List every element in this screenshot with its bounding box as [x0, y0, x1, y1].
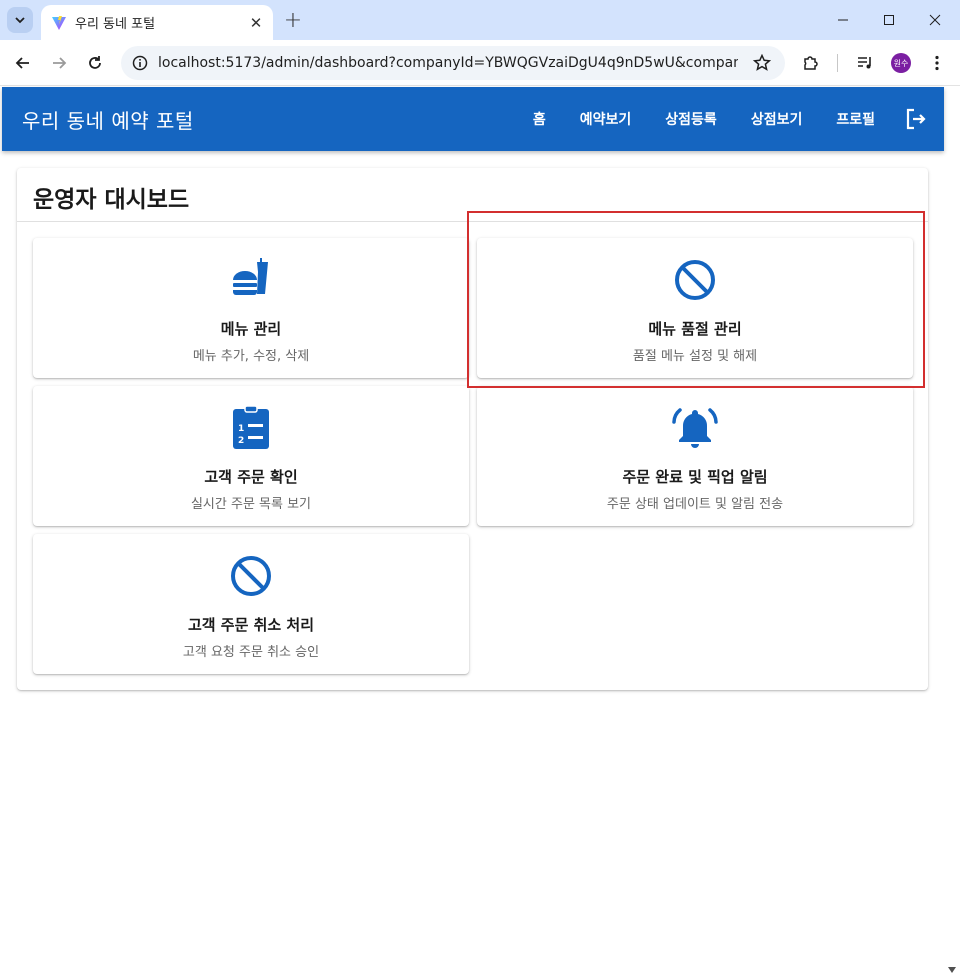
clipboard-list-icon: 1 2 [227, 404, 275, 452]
window-maximize-button[interactable] [866, 0, 912, 40]
nav-store-register[interactable]: 상점등록 [648, 101, 734, 137]
brand-title[interactable]: 우리 동네 예약 포털 [22, 105, 194, 134]
svg-text:2: 2 [238, 436, 244, 446]
nav-profile[interactable]: 프로필 [819, 101, 892, 137]
scroll-down-arrow[interactable] [946, 963, 958, 977]
puzzle-icon [804, 56, 818, 70]
arrow-left-icon [15, 57, 29, 69]
tab-title: 우리 동네 포털 [75, 17, 156, 32]
block-icon [227, 552, 275, 600]
nav-store-view[interactable]: 상점보기 [734, 101, 820, 137]
card-order-check[interactable]: 1 2 고객 주문 확인 실시간 주문 목록 보기 [33, 386, 469, 526]
url-text: localhost:5173/admin/dashboard?companyId… [158, 55, 738, 71]
window-minimize-button[interactable] [820, 0, 866, 40]
extensions-button[interactable] [799, 51, 823, 75]
page-title: 운영자 대시보드 [33, 187, 190, 213]
profile-initials: 원수 [893, 58, 909, 68]
maximize-icon [884, 15, 894, 25]
card-title: 고객 주문 확인 [204, 468, 298, 486]
card-title: 주문 완료 및 픽업 알림 [622, 468, 768, 486]
nav-reservations[interactable]: 예약보기 [563, 101, 649, 137]
chevron-down-icon [15, 17, 25, 24]
bookmark-star-icon[interactable] [753, 54, 771, 72]
window-close-button[interactable] [912, 0, 958, 40]
nav-home[interactable]: 홈 [516, 101, 563, 137]
media-control-button[interactable] [853, 51, 877, 75]
address-bar[interactable]: localhost:5173/admin/dashboard?companyId… [121, 46, 785, 80]
browser-tabstrip: 우리 동네 포털 ✕ + [0, 0, 960, 40]
app-header: 우리 동네 예약 포털 홈 예약보기 상점등록 상점보기 프로필 [2, 87, 944, 151]
reload-button[interactable] [81, 49, 109, 77]
toolbar-divider [837, 54, 838, 72]
svg-text:1: 1 [238, 424, 244, 434]
tab-close-icon[interactable]: ✕ [245, 12, 267, 34]
arrow-right-icon [53, 57, 67, 69]
triangle-down-icon [948, 967, 956, 973]
browser-menu-button[interactable] [925, 51, 949, 75]
fastfood-icon [227, 256, 275, 304]
vite-logo-icon [52, 15, 66, 30]
card-pickup-notification[interactable]: 주문 완료 및 픽업 알림 주문 상태 업데이트 및 알림 전송 [477, 386, 913, 526]
card-title: 메뉴 품절 관리 [648, 320, 742, 338]
card-title: 고객 주문 취소 처리 [187, 616, 315, 634]
card-soldout-management[interactable]: 메뉴 품절 관리 품절 메뉴 설정 및 해제 [477, 238, 913, 378]
card-description: 실시간 주문 목록 보기 [190, 497, 312, 512]
reload-icon [89, 56, 101, 69]
logout-button[interactable] [896, 99, 936, 139]
close-icon [929, 14, 941, 26]
bell-ringing-icon [671, 404, 719, 452]
card-order-cancel[interactable]: 고객 주문 취소 처리 고객 요청 주문 취소 승인 [33, 534, 469, 674]
card-title: 메뉴 관리 [220, 320, 282, 338]
dashboard-panel: 운영자 대시보드 메뉴 관리 메뉴 추가, 수정, 삭제 메뉴 품절 관리 품절… [17, 168, 928, 690]
block-icon [671, 256, 719, 304]
profile-avatar[interactable]: 원수 [891, 53, 911, 73]
card-description: 품절 메뉴 설정 및 해제 [632, 349, 758, 364]
new-tab-button[interactable]: + [280, 7, 306, 33]
playlist-icon [858, 57, 871, 69]
panel-divider [17, 221, 928, 222]
back-button[interactable] [9, 49, 37, 77]
browser-toolbar: localhost:5173/admin/dashboard?companyId… [0, 40, 960, 86]
card-description: 주문 상태 업데이트 및 알림 전송 [606, 497, 784, 512]
browser-tab-active[interactable]: 우리 동네 포털 ✕ [41, 5, 273, 40]
card-menu-management[interactable]: 메뉴 관리 메뉴 추가, 수정, 삭제 [33, 238, 469, 378]
card-description: 고객 요청 주문 취소 승인 [182, 645, 320, 660]
card-description: 메뉴 추가, 수정, 삭제 [192, 349, 310, 364]
logout-icon [906, 108, 926, 130]
forward-button[interactable] [45, 49, 73, 77]
minimize-icon [838, 19, 848, 21]
site-info-icon[interactable] [132, 55, 148, 71]
tab-search-button[interactable] [7, 7, 33, 33]
main-nav: 홈 예약보기 상점등록 상점보기 프로필 [516, 87, 944, 151]
more-vert-icon [935, 55, 939, 71]
